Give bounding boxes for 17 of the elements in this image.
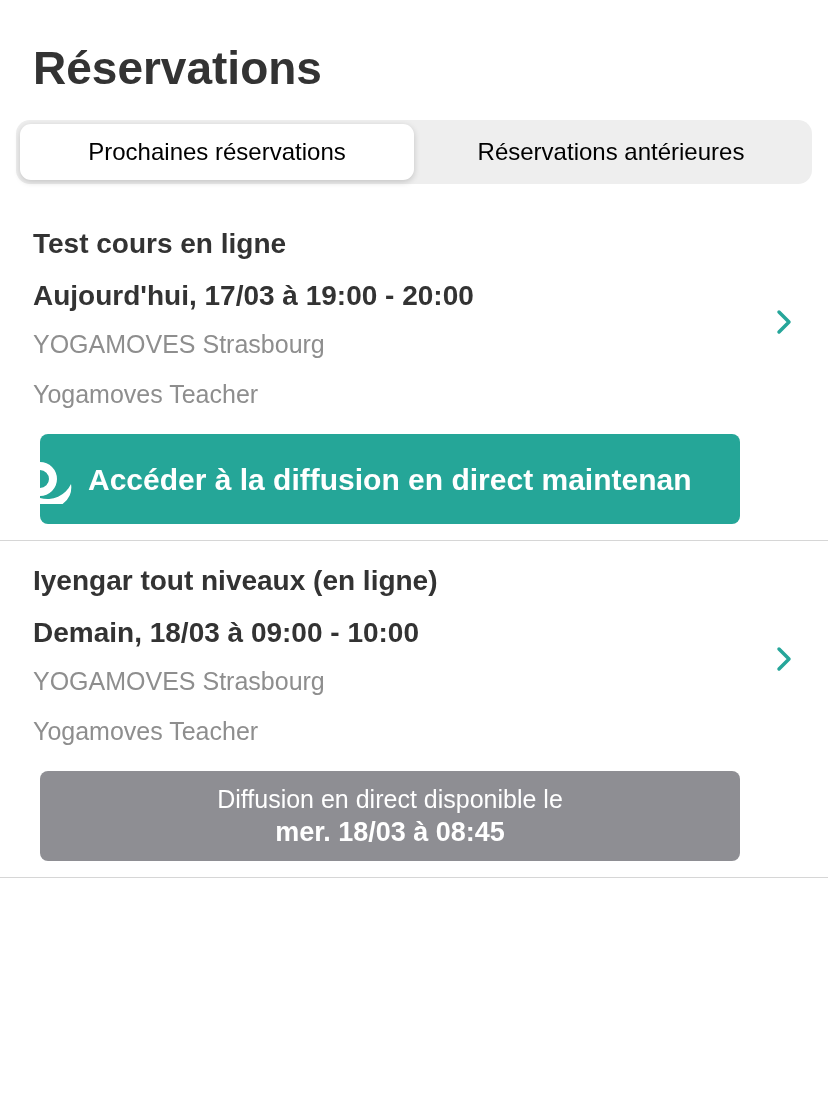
- teacher-name: Yogamoves Teacher: [33, 716, 260, 747]
- class-time: Demain, 18/03 à 09:00 - 10:00: [33, 616, 420, 650]
- studio-name: YOGAMOVES Strasbourg: [33, 666, 326, 697]
- page-title: Réservations: [32, 41, 323, 96]
- teacher-name: Yogamoves Teacher: [33, 379, 260, 410]
- booking-item[interactable]: Iyengar tout niveaux (en ligne) Demain, 18/03 à 09:00 - 10:00 YOGAMOVES Strasbourg Yogamoves Teacher: [0, 561, 828, 757]
- tab[interactable]: Prochaines réservations: [20, 124, 414, 180]
- chevron-right-icon: [776, 646, 792, 672]
- studio-name: YOGAMOVES Strasbourg: [33, 329, 326, 360]
- notice-text: Diffusion en direct disponible le: [217, 784, 563, 815]
- class-name: Iyengar tout niveaux (en ligne): [33, 564, 439, 598]
- notice-date: mer. 18/03 à 08:45: [275, 816, 505, 849]
- chevron-right-icon: [776, 309, 792, 335]
- tab[interactable]: Réservations antérieures: [414, 124, 808, 180]
- class-name: Test cours en ligne: [33, 227, 288, 261]
- class-time: Aujourd'hui, 17/03 à 19:00 - 20:00: [33, 279, 475, 313]
- booking-item[interactable]: Test cours en ligne Aujourd'hui, 17/03 à 19:00 - 20:00 YOGAMOVES Strasbourg Yogamoves Teacher: [0, 224, 828, 420]
